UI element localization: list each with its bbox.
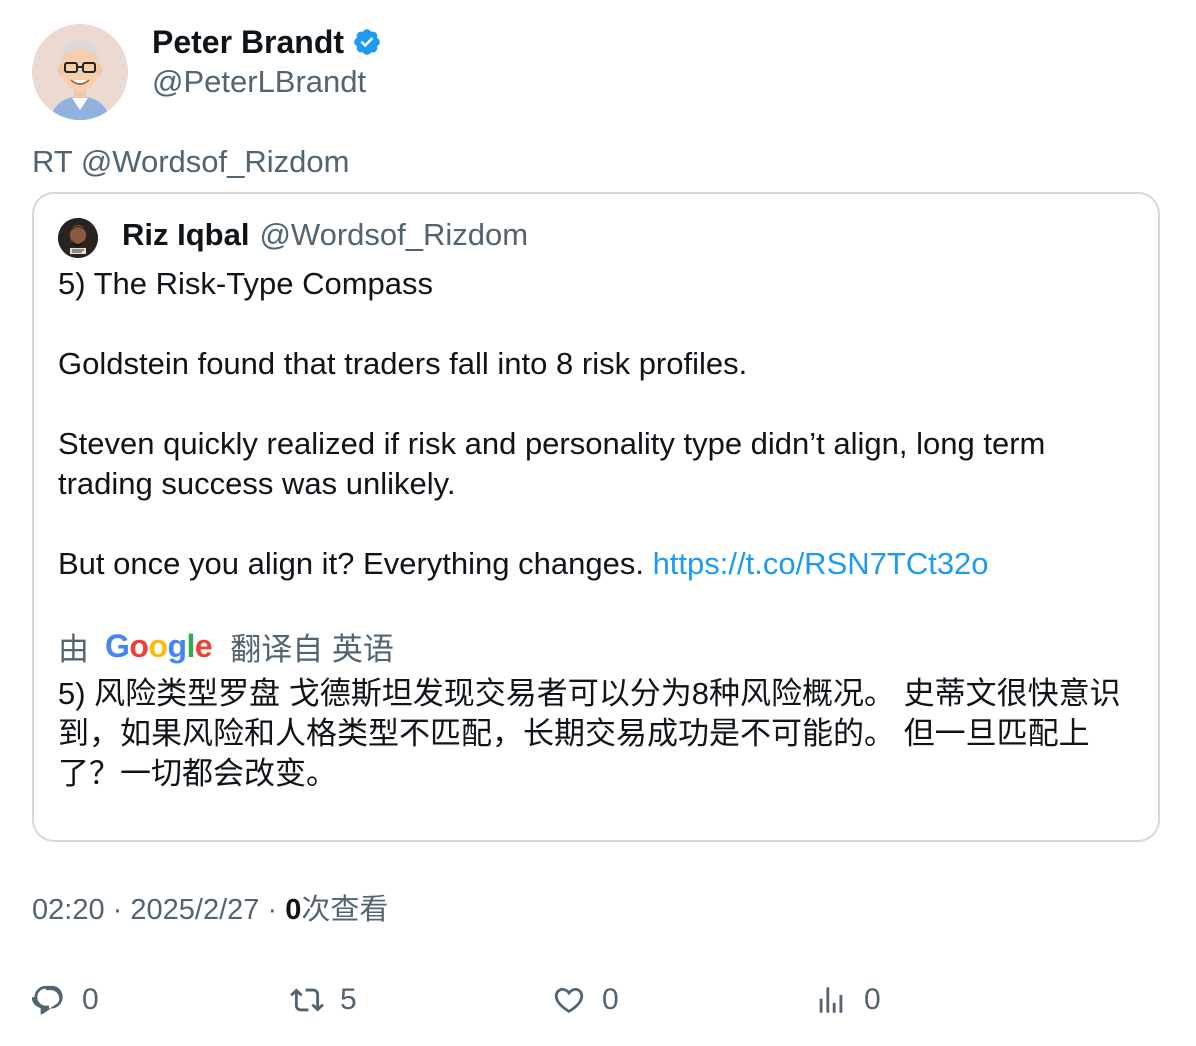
like-button[interactable]: 0 — [552, 978, 619, 1022]
quoted-tweet-card[interactable]: Riz Iqbal @Wordsof_Rizdom 5) The Risk-Ty… — [32, 192, 1160, 842]
like-count: 0 — [602, 983, 619, 1016]
verified-badge-icon — [352, 27, 382, 57]
heart-icon — [554, 987, 584, 1013]
reply-button[interactable]: 0 — [32, 978, 99, 1022]
translated-text: 5) 风险类型罗盘 戈德斯坦发现交易者可以分为8种风险概况。 史蒂文很快意识到，… — [58, 676, 1121, 791]
retweet-icon — [290, 988, 324, 1012]
author-name[interactable]: Peter Brandt — [152, 22, 344, 62]
views-label: 次查看 — [301, 894, 389, 926]
views-count: 0 — [285, 894, 302, 926]
action-bar: 0 5 0 0 — [32, 978, 1164, 1022]
reply-icon — [32, 985, 63, 1015]
analytics-icon — [819, 987, 843, 1013]
quoted-author-header[interactable]: Riz Iqbal @Wordsof_Rizdom — [122, 214, 528, 256]
quoted-text-line: 5) The Risk-Type Compass — [58, 266, 433, 301]
tweet-date[interactable]: 2025/2/27 — [130, 894, 259, 926]
quoted-tweet-text: 5) The Risk-Type Compass Goldstein found… — [58, 264, 1138, 584]
views-button[interactable]: 0 — [814, 978, 881, 1022]
retweet-attribution[interactable]: RT @Wordsof_Rizdom — [32, 142, 349, 182]
meta-separator: · — [267, 894, 278, 926]
quoted-text-span: But once you align it? Everything change… — [58, 546, 644, 581]
quoted-text-line: Goldstein found that traders fall into 8… — [58, 346, 748, 381]
meta-separator: · — [112, 894, 123, 926]
tweet-link[interactable]: https://t.co/RSN7TCt32o — [653, 546, 989, 581]
reply-count: 0 — [82, 983, 99, 1016]
retweet-button[interactable]: 5 — [290, 978, 357, 1022]
quoted-text-line: But once you align it? Everything change… — [58, 544, 1138, 584]
retweet-count: 5 — [340, 983, 357, 1016]
views-action-count: 0 — [864, 983, 881, 1016]
quoted-text-line: Steven quickly realized if risk and pers… — [58, 426, 1046, 501]
tweet-time[interactable]: 02:20 — [32, 894, 105, 926]
quoted-author-avatar[interactable] — [58, 218, 98, 258]
translation-attribution: 由 Google 翻译自 英语 — [58, 624, 394, 668]
author-handle[interactable]: @PeterLBrandt — [152, 62, 366, 102]
tweet-meta: 02:20 · 2025/2/27 · 0次查看 — [32, 890, 388, 930]
google-logo: Google — [105, 627, 213, 664]
quoted-author-handle[interactable]: @Wordsof_Rizdom — [259, 217, 528, 253]
translation-suffix: 翻译自 英语 — [230, 631, 394, 667]
translation-prefix: 由 — [58, 631, 89, 667]
author-name-row[interactable]: Peter Brandt — [152, 22, 382, 62]
author-avatar[interactable] — [32, 24, 128, 120]
quoted-author-name[interactable]: Riz Iqbal — [122, 217, 249, 253]
